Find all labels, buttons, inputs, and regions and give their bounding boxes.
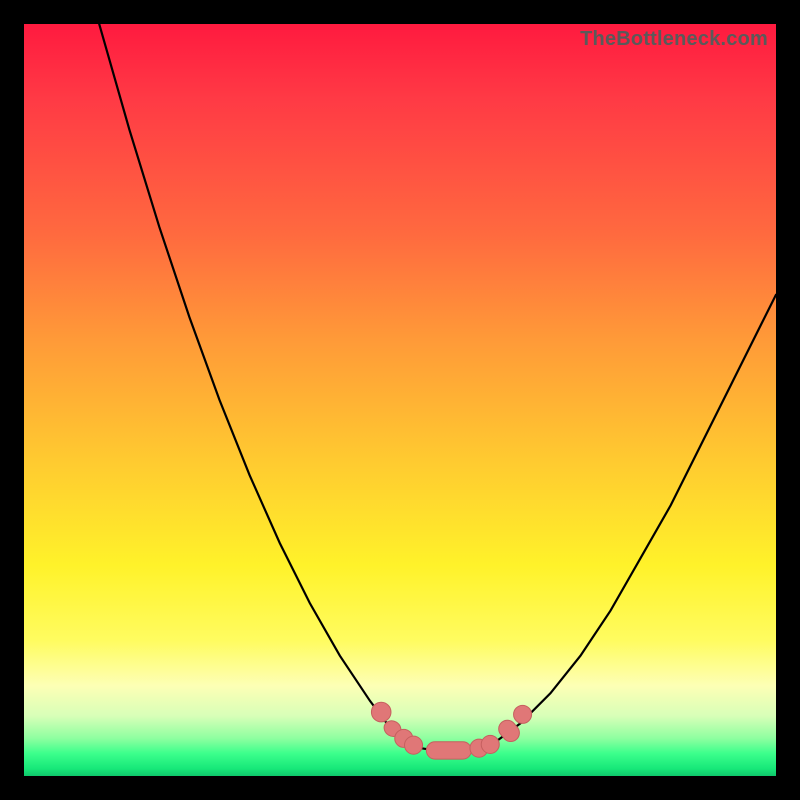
- curve-marker-dot: [371, 702, 391, 722]
- curve-marker-capsule: [426, 742, 471, 759]
- bottleneck-curve: [24, 24, 776, 776]
- curve-left-branch: [99, 24, 407, 746]
- curve-marker-dot: [514, 705, 532, 723]
- plot-area: TheBottleneck.com: [24, 24, 776, 776]
- curve-marker-dot: [481, 735, 499, 753]
- curve-markers: [371, 702, 531, 759]
- curve-marker-dot: [405, 736, 423, 754]
- curve-right-branch: [490, 295, 776, 746]
- chart-frame: TheBottleneck.com: [0, 0, 800, 800]
